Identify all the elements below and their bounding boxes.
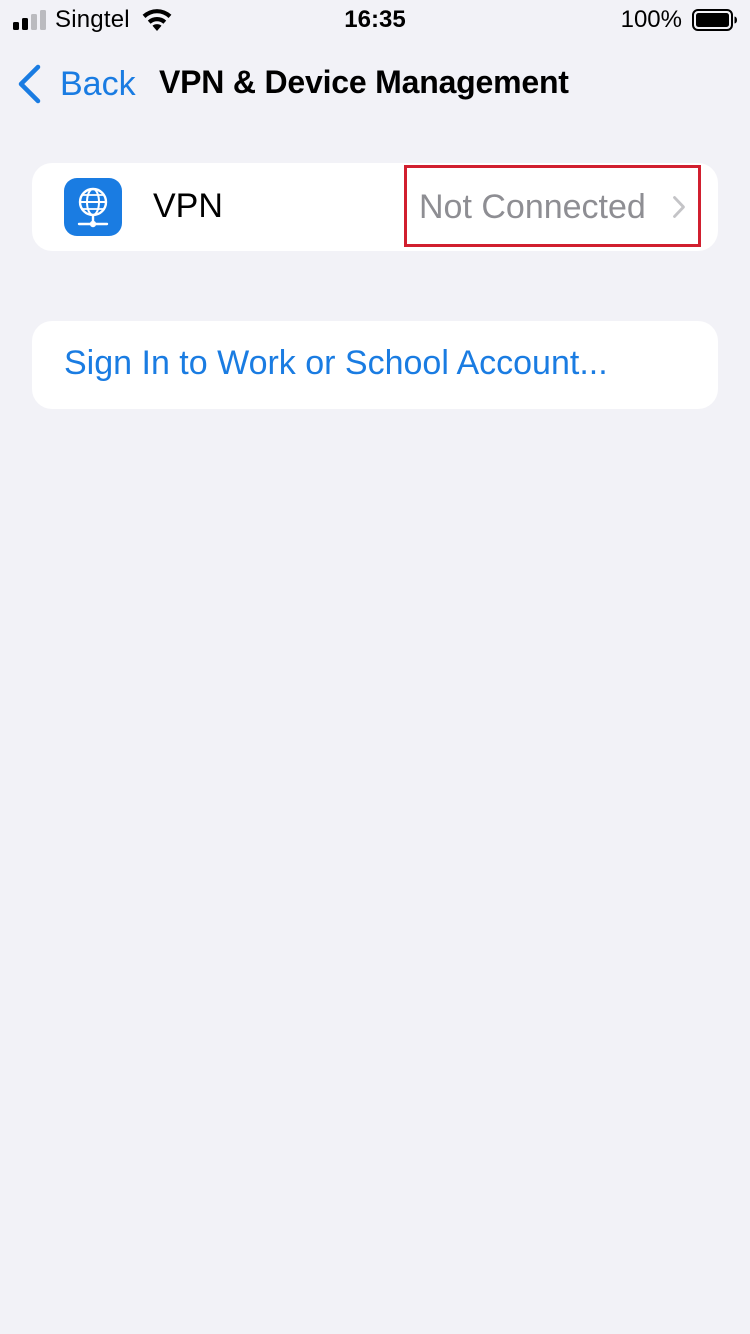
vpn-status-text: Not Connected (419, 188, 646, 226)
vpn-status-button[interactable]: Not Connected (404, 165, 701, 247)
back-label: Back (60, 64, 136, 103)
vpn-label: VPN (153, 187, 223, 225)
sign-in-label: Sign In to Work or School Account... (64, 344, 608, 382)
sign-in-work-school-button[interactable]: Sign In to Work or School Account... (32, 321, 718, 409)
vpn-card: VPN Not Connected (32, 163, 718, 251)
chevron-left-icon (18, 64, 41, 104)
page-title: VPN & Device Management (159, 64, 569, 100)
battery-percentage: 100% (620, 6, 682, 33)
battery-icon (692, 9, 737, 31)
navigation-bar: Back VPN & Device Management (0, 50, 750, 120)
chevron-right-icon (673, 196, 685, 218)
back-button[interactable]: Back (16, 62, 136, 106)
globe-network-icon (64, 178, 122, 236)
status-bar: Singtel 16:35 100% (0, 0, 750, 40)
